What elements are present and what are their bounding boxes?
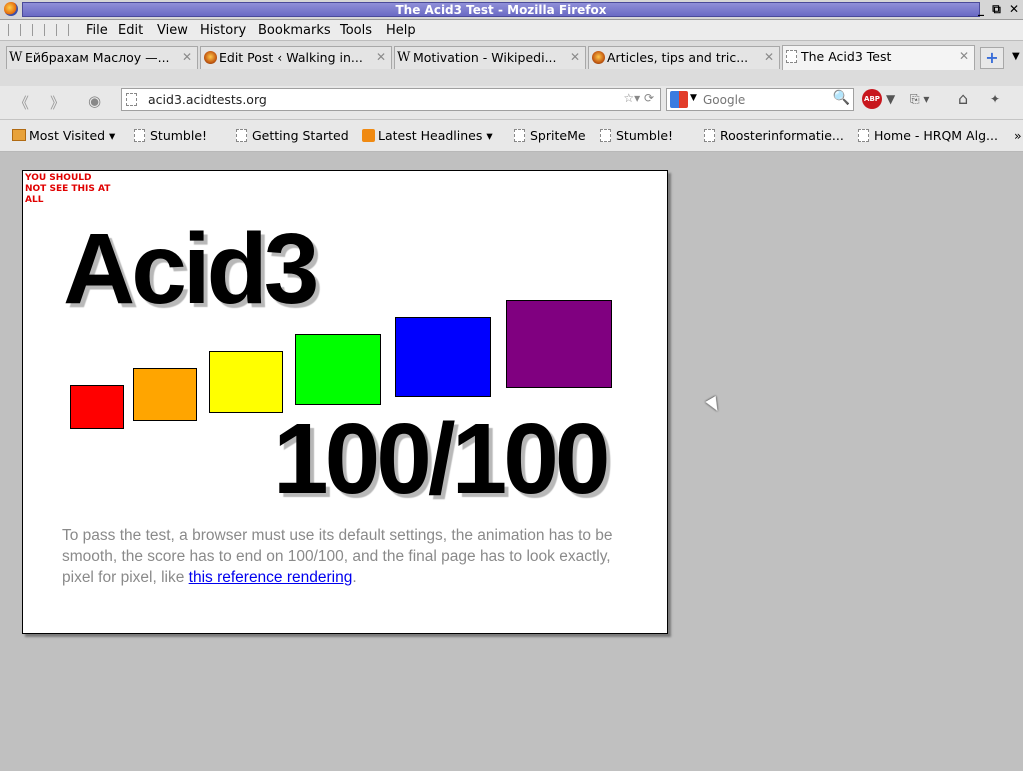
bookmarks-toolbar: Most Visited ▾ Stumble! Getting Started … <box>0 120 1023 152</box>
acid3-title: Acid3 <box>63 213 319 325</box>
bookmark-stumble[interactable]: Stumble! <box>134 128 207 143</box>
close-tab-icon[interactable]: ✕ <box>376 47 386 68</box>
search-bar[interactable]: ▼ 🔍 <box>666 88 854 111</box>
blank-page-icon <box>704 129 715 142</box>
tab-maslow[interactable]: W Ейбрахам Маслоу —... ✕ <box>6 46 198 69</box>
close-tab-icon[interactable]: ✕ <box>182 47 192 68</box>
search-icon[interactable]: 🔍 <box>833 90 850 106</box>
tab-acid3[interactable]: The Acid3 Test ✕ <box>782 45 975 70</box>
bookmark-most-visited[interactable]: Most Visited ▾ <box>12 128 115 143</box>
blank-page-icon <box>600 129 611 142</box>
menu-history[interactable]: History <box>200 23 246 38</box>
window-controls[interactable]: _ ⧉ ✕ <box>978 2 1021 17</box>
close-tab-icon[interactable]: ✕ <box>764 47 774 68</box>
bucket-4 <box>295 334 381 405</box>
adblock-plus-icon[interactable]: ABP <box>862 89 882 109</box>
page-viewport[interactable]: YOU SHOULD NOT SEE THIS AT ALL Acid3 100… <box>8 152 1023 771</box>
rss-icon <box>362 129 375 142</box>
blank-page-icon <box>514 129 525 142</box>
folder-icon <box>12 129 26 141</box>
bookmark-roosterinformatie[interactable]: Roosterinformatie... <box>704 128 844 143</box>
mouse-cursor-icon <box>705 395 723 415</box>
bookmark-star-icon[interactable]: ☆▾ ⟳ <box>623 91 654 105</box>
bookmark-hrqm[interactable]: Home - HRQM Alg... <box>858 128 998 143</box>
new-tab-button[interactable]: + <box>980 47 1004 69</box>
acid3-result-box: YOU SHOULD NOT SEE THIS AT ALL Acid3 100… <box>22 170 668 634</box>
tab-label: Articles, tips and tric... <box>607 50 749 65</box>
close-tab-icon[interactable]: ✕ <box>570 47 580 68</box>
identity-icon[interactable]: ◉ <box>88 92 101 110</box>
url-domain: acid3.acidtests.org <box>148 92 267 107</box>
bookmark-label: Getting Started <box>252 128 349 143</box>
list-all-tabs-icon[interactable]: ▼ <box>1012 51 1020 62</box>
back-icon[interactable]: 《 <box>14 92 29 113</box>
bookmark-label: Latest Headlines ▾ <box>378 128 493 143</box>
bookmarks-overflow-icon[interactable]: » <box>1014 128 1022 143</box>
title-strip: The Acid3 Test - Mozilla Firefox <box>22 2 980 17</box>
adblock-dropdown-icon[interactable]: ▼ <box>886 92 895 106</box>
description-trailing: . <box>352 569 357 586</box>
share-icon[interactable]: ⎘ ▾ <box>910 92 929 107</box>
firefox-icon[interactable] <box>4 2 18 16</box>
score-text: 100/100 <box>273 403 610 515</box>
search-input[interactable] <box>703 91 823 109</box>
toolbar-grip[interactable] <box>8 24 78 36</box>
reference-rendering-link[interactable]: this reference rendering <box>189 569 353 586</box>
bookmark-label: Roosterinformatie... <box>720 128 844 143</box>
menu-file[interactable]: File <box>86 23 108 38</box>
bookmark-latest-headlines[interactable]: Latest Headlines ▾ <box>362 128 493 143</box>
avatar-icon <box>592 51 605 64</box>
tab-edit-post[interactable]: Edit Post ‹ Walking in... ✕ <box>200 46 392 69</box>
description-text: To pass the test, a browser must use its… <box>62 525 622 588</box>
bookmark-stumble-2[interactable]: Stumble! <box>600 128 673 143</box>
tab-bar: W Ейбрахам Маслоу —... ✕ Edit Post ‹ Wal… <box>0 40 1023 86</box>
bookmark-label: Stumble! <box>150 128 208 143</box>
engine-dropdown-icon[interactable]: ▼ <box>690 93 697 103</box>
tab-label: Edit Post ‹ Walking in... <box>219 50 363 65</box>
bucket-2 <box>133 368 197 421</box>
bookmark-label: SpriteMe <box>530 128 586 143</box>
bucket-5 <box>395 317 491 397</box>
blank-page-icon <box>236 129 247 142</box>
bookmark-label: Most Visited ▾ <box>29 128 116 143</box>
tab-label: Motivation - Wikipedi... <box>413 50 557 65</box>
warning-text: YOU SHOULD NOT SEE THIS AT ALL <box>25 173 111 205</box>
tab-articles[interactable]: Articles, tips and tric... ✕ <box>588 46 780 69</box>
menu-help[interactable]: Help <box>386 23 416 38</box>
url-text[interactable]: acid3.acidtests.org <box>148 92 267 107</box>
wikipedia-icon: W <box>9 50 23 65</box>
page-favicon <box>126 93 137 106</box>
home-icon[interactable]: ⌂ <box>958 89 968 108</box>
menu-bookmarks[interactable]: Bookmarks <box>258 23 331 38</box>
addon-icon[interactable]: ✦ <box>990 92 1000 106</box>
bucket-6 <box>506 300 612 388</box>
close-tab-icon[interactable]: ✕ <box>959 46 969 67</box>
bucket-1 <box>70 385 124 429</box>
navigation-toolbar: 《 》 ◉ acid3.acidtests.org ☆▾ ⟳ ▼ 🔍 ABP ▼… <box>0 86 1023 120</box>
search-engine-icon[interactable] <box>670 91 688 108</box>
wikipedia-icon: W <box>397 50 411 65</box>
avatar-icon <box>204 51 217 64</box>
menu-tools[interactable]: Tools <box>340 23 372 38</box>
menu-edit[interactable]: Edit <box>118 23 143 38</box>
blank-page-icon <box>858 129 869 142</box>
bookmark-label: Home - HRQM Alg... <box>874 128 998 143</box>
menu-view[interactable]: View <box>157 23 188 38</box>
blank-page-icon <box>786 50 797 63</box>
tab-label: The Acid3 Test <box>801 49 892 64</box>
tab-label: Ейбрахам Маслоу —... <box>25 50 170 65</box>
bookmark-spriteme[interactable]: SpriteMe <box>514 128 586 143</box>
tab-motivation[interactable]: W Motivation - Wikipedi... ✕ <box>394 46 586 69</box>
window-titlebar[interactable]: The Acid3 Test - Mozilla Firefox _ ⧉ ✕ <box>0 0 1023 20</box>
blank-page-icon <box>134 129 145 142</box>
forward-icon[interactable]: 》 <box>50 92 65 113</box>
bookmark-label: Stumble! <box>616 128 674 143</box>
url-bar[interactable]: acid3.acidtests.org ☆▾ ⟳ <box>121 88 661 111</box>
menu-bar: File Edit View History Bookmarks Tools H… <box>0 20 1023 40</box>
bookmark-getting-started[interactable]: Getting Started <box>236 128 349 143</box>
bucket-3 <box>209 351 283 413</box>
window-title: The Acid3 Test - Mozilla Firefox <box>395 3 607 17</box>
